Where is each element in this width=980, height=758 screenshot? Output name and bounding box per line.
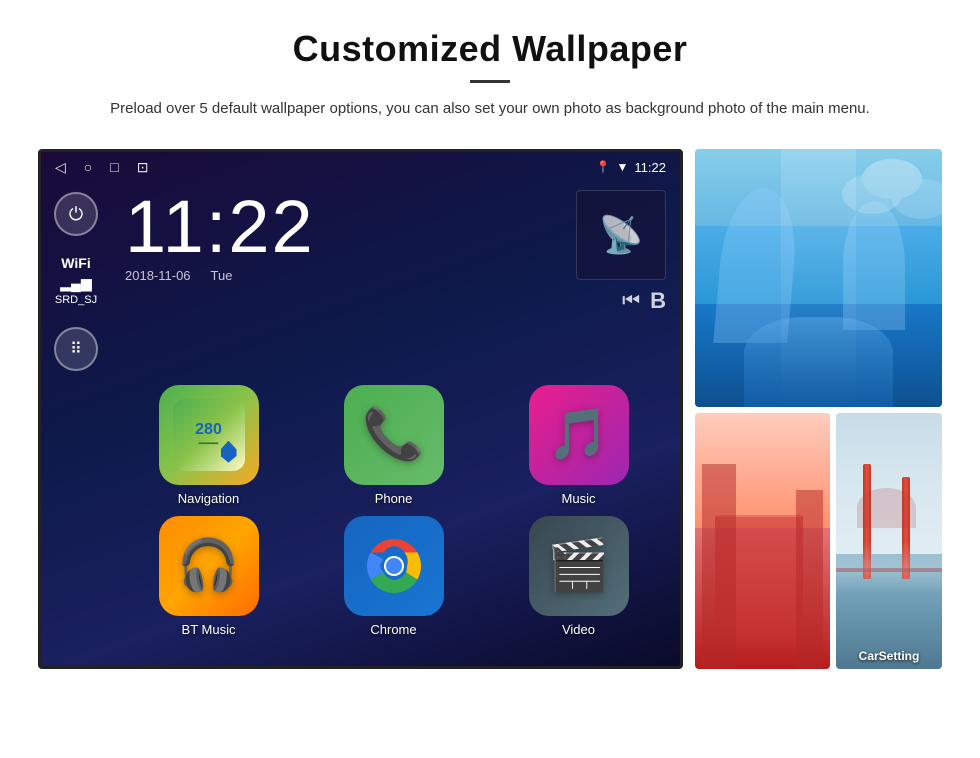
status-time: 11:22 (634, 160, 666, 175)
broadcast-icon: 📡 (599, 214, 644, 256)
page-description: Preload over 5 default wallpaper options… (60, 97, 920, 121)
android-screen: ◁ ○ □ ⊡ 📍 ▼ 11:22 ⏻ WiFi ▂▄▆ SRD (38, 149, 683, 669)
grid-icon: ⠿ (70, 339, 82, 359)
home-icon[interactable]: ○ (84, 159, 92, 175)
building-wallpaper (695, 413, 830, 669)
status-icons: 📍 ▼ 11:22 (596, 160, 666, 175)
car-setting-label: CarSetting (859, 649, 920, 663)
letter-b: B (650, 288, 666, 314)
power-icon: ⏻ (69, 204, 83, 225)
app-music[interactable]: 🎵 Music (491, 385, 666, 506)
page-header: Customized Wallpaper Preload over 5 defa… (0, 0, 980, 139)
video-icon: 🎬 (529, 516, 629, 616)
app-navigation[interactable]: 280 ━━━━ Navigation (121, 385, 296, 506)
title-divider (470, 80, 510, 83)
chrome-svg (363, 535, 425, 597)
app-chrome[interactable]: Chrome (306, 516, 481, 637)
app-video[interactable]: 🎬 Video (491, 516, 666, 637)
chrome-label: Chrome (370, 622, 416, 637)
bt-music-label: BT Music (182, 622, 236, 637)
phone-label: Phone (375, 491, 413, 506)
content-area: ⏻ WiFi ▂▄▆ SRD_SJ ⠿ 11:22 2018-11-06 Tue (41, 182, 680, 371)
wallpaper-thumbnails: CarSetting (695, 149, 942, 669)
main-content: ◁ ○ □ ⊡ 📍 ▼ 11:22 ⏻ WiFi ▂▄▆ SRD (0, 149, 980, 669)
day-value: Tue (211, 268, 233, 283)
video-label: Video (562, 622, 595, 637)
navigation-icon: 280 ━━━━ (159, 385, 259, 485)
left-sidebar: ⏻ WiFi ▂▄▆ SRD_SJ ⠿ (41, 182, 111, 371)
bridge-wallpaper (836, 413, 942, 669)
location-icon: 📍 (596, 160, 611, 174)
wifi-network: SRD_SJ (55, 293, 97, 308)
screenshot-icon[interactable]: ⊡ (137, 159, 149, 176)
signal-icon: ▼ (617, 160, 629, 174)
wifi-info: WiFi ▂▄▆ SRD_SJ (55, 254, 97, 309)
back-icon[interactable]: ◁ (55, 159, 66, 176)
media-controls: ⏮ B (622, 288, 666, 314)
recents-icon[interactable]: □ (110, 159, 118, 175)
media-icon-box: 📡 (576, 190, 666, 280)
wallpaper-bottom-container: CarSetting (695, 413, 942, 669)
music-label: Music (562, 491, 596, 506)
prev-icon[interactable]: ⏮ (622, 290, 640, 313)
app-phone[interactable]: 📞 Phone (306, 385, 481, 506)
ice-cave-wallpaper (695, 149, 942, 407)
wallpaper-bottom-right[interactable]: CarSetting (836, 413, 942, 669)
media-area: 📡 ⏮ B (576, 190, 666, 314)
wallpaper-bottom-left[interactable] (695, 413, 830, 669)
app-bt-music[interactable]: 🎧 BT Music (121, 516, 296, 637)
chrome-icon (344, 516, 444, 616)
power-button[interactable]: ⏻ (54, 192, 98, 236)
phone-icon: 📞 (344, 385, 444, 485)
wifi-signal: ▂▄▆ (55, 274, 97, 294)
navigation-label: Navigation (178, 491, 239, 506)
app-grid: 280 ━━━━ Navigation 📞 Phone 🎵 (41, 375, 680, 651)
date-value: 2018-11-06 (125, 268, 191, 283)
page-title: Customized Wallpaper (60, 28, 920, 70)
wallpaper-top[interactable] (695, 149, 942, 407)
bt-music-icon: 🎧 (159, 516, 259, 616)
wifi-label: WiFi (55, 254, 97, 274)
status-bar: ◁ ○ □ ⊡ 📍 ▼ 11:22 (41, 152, 680, 182)
nav-buttons: ◁ ○ □ ⊡ (55, 159, 148, 176)
music-icon: 🎵 (529, 385, 629, 485)
apps-button[interactable]: ⠿ (54, 327, 98, 371)
